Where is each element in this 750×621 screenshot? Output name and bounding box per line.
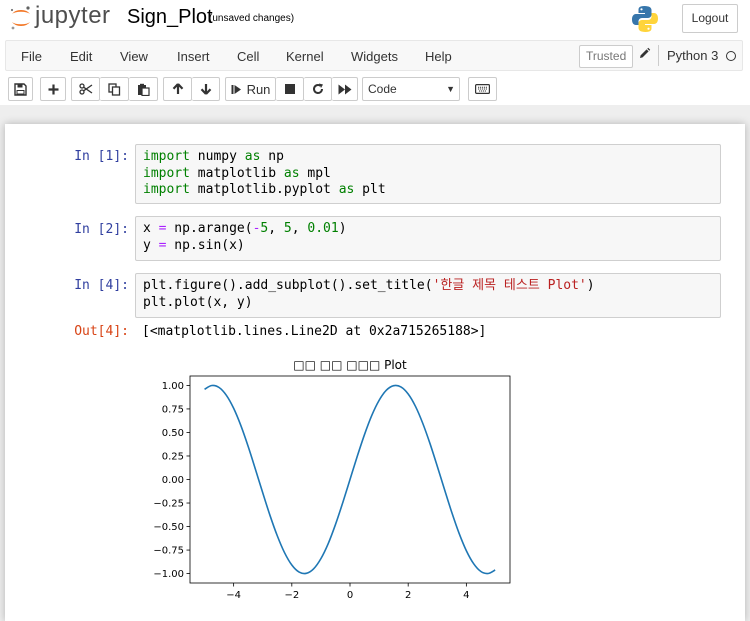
kernel-idle-icon [726,51,736,61]
insert-cell-button[interactable] [40,77,66,101]
copy-icon [107,82,120,96]
code-line: plt.figure().add_subplot().set_title('한글… [143,278,595,293]
y-tick-label: −0.75 [153,546,184,557]
code-line: import matplotlib as mpl [143,165,331,181]
sine-plot: □□ □□ □□□ Plot −4 −2 0 2 4 1.00 0.75 0.50 0.25 0.0… [153,358,511,601]
arrow-down-icon [200,84,211,95]
menu-widgets[interactable]: Widgets [351,49,398,64]
y-tick-label: 1.00 [162,381,184,392]
jupyter-logo-text[interactable]: jupyter [35,2,111,30]
trusted-indicator[interactable]: Trusted [579,45,634,68]
menu-view[interactable]: View [120,49,148,64]
cell-prompt: In [1]: [74,149,129,164]
x-tick-label: −4 [226,590,241,601]
y-tick-label: 0.50 [162,428,184,439]
code-cell[interactable]: x = np.arange(-5, 5, 0.01) y = np.sin(x) [135,216,721,261]
cut-button[interactable] [71,77,100,101]
menu-file[interactable]: File [21,49,42,64]
python-logo-icon [632,6,658,32]
y-tick-label: 0.00 [162,475,184,486]
move-up-button[interactable] [163,77,192,101]
interrupt-button[interactable] [276,77,304,101]
save-button[interactable] [8,77,33,101]
x-tick-label: 2 [405,590,411,601]
move-down-button[interactable] [192,77,220,101]
floppy-icon [14,82,27,96]
code-line: x = np.arange(-5, 5, 0.01) [143,221,347,236]
logout-button[interactable]: Logout [682,4,738,33]
chart-title: □□ □□ □□□ Plot [293,358,407,372]
code-line: plt.plot(x, y) [143,294,253,310]
notebook-name[interactable]: Sign_Plot [127,6,213,29]
keyboard-icon [475,84,490,94]
step-forward-icon [231,84,241,94]
menu-help[interactable]: Help [425,49,452,64]
menu-insert[interactable]: Insert [177,49,210,64]
command-palette-button[interactable] [468,77,497,101]
x-tick-label: 0 [347,590,353,601]
series-line [204,384,496,575]
output-prompt: Out[4]: [74,324,129,339]
paste-button[interactable] [129,77,158,101]
cell-prompt: In [2]: [74,222,129,237]
restart-icon [312,83,323,94]
menu-kernel[interactable]: Kernel [286,49,324,64]
y-tick-label: −0.25 [153,499,184,510]
save-status: (unsaved changes) [209,13,295,24]
plus-icon [48,84,58,94]
x-tick-label: 4 [463,590,469,601]
run-button[interactable]: Run [225,77,276,101]
run-label: Run [246,81,271,97]
menubar: File Edit View Insert Cell Kernel Widget… [5,40,743,71]
pencil-icon[interactable] [638,47,651,60]
header: jupyter Sign_Plot (unsaved changes) Logo… [0,0,750,105]
jupyter-logo-icon[interactable] [8,5,34,31]
output-text: [<matplotlib.lines.Line2D at 0x2a7152651… [142,324,487,339]
x-tick-label: −2 [284,590,299,601]
menu-cell[interactable]: Cell [237,49,259,64]
cell-prompt: In [4]: [74,278,129,293]
code-line: import matplotlib.pyplot as plt [143,182,386,197]
caret-down-icon: ▼ [446,84,455,94]
code-line: import numpy as np [143,149,284,164]
stop-icon [284,84,295,94]
code-line: y = np.sin(x) [143,237,245,253]
arrow-up-icon [172,83,183,94]
y-tick-label: −0.50 [153,522,184,533]
y-tick-label: −1.00 [153,569,184,580]
kernel-name[interactable]: Python 3 [658,45,718,66]
restart-run-all-button[interactable] [332,77,358,101]
notebook-container: In [1]: import numpy as np import matplot… [5,124,745,621]
copy-button[interactable] [100,77,129,101]
menu-edit[interactable]: Edit [70,49,92,64]
code-cell[interactable]: plt.figure().add_subplot().set_title('한글… [135,273,721,318]
y-tick-label: 0.25 [162,451,184,462]
scissors-icon [78,83,92,95]
restart-button[interactable] [304,77,332,101]
clipboard-icon [137,83,150,96]
fast-forward-icon [338,84,351,94]
code-cell[interactable]: import numpy as np import matplotlib as m… [135,144,721,204]
y-tick-label: 0.75 [162,404,184,415]
cell-type-select[interactable]: Code ▼ [362,77,460,101]
cell-type-value: Code [368,82,397,96]
